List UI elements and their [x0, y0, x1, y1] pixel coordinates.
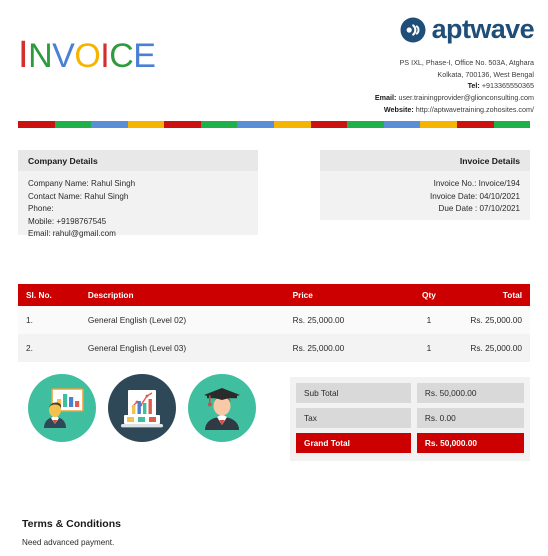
sub-total-label: Sub Total — [296, 383, 411, 403]
title-letter: V — [52, 37, 75, 75]
invoice-detail-line: Due Date : 07/10/2021 — [438, 204, 520, 214]
details-panels: Company Details Company Name: Rahul Sing… — [0, 150, 548, 245]
email-line: Email: user.trainingprovider@glionconsul… — [284, 92, 534, 104]
column-header-qty: Qty — [395, 284, 463, 306]
cell-price: Rs. 25,000.00 — [284, 306, 396, 334]
laptop-analytics-icon — [108, 374, 176, 442]
title-letter: N — [28, 37, 53, 75]
telephone-label: Tel: — [467, 81, 480, 91]
color-divider-segment — [127, 121, 165, 128]
company-detail-line: Company Name: Rahul Singh — [28, 179, 136, 188]
table-row: 1. General English (Level 02) Rs. 25,000.0… — [18, 306, 530, 334]
website-line: Website: http://aptwavetraining.zohosite… — [284, 104, 534, 116]
color-divider-segment — [383, 121, 421, 128]
title-letter: O — [74, 37, 101, 75]
company-detail-line: Email: rahul@gmail.com — [28, 229, 116, 239]
title-letter: C — [109, 37, 134, 75]
column-header-sl-no: Sl. No. — [18, 284, 80, 306]
brand-name: aptwave — [431, 14, 535, 44]
terms-section: Terms & Conditions Need advanced payment… — [22, 518, 422, 547]
decorative-icon-row — [28, 374, 256, 442]
cell-sl-no: 1. — [18, 306, 80, 334]
company-details-body: Company Name: Rahul Singh Contact Name: R… — [18, 171, 258, 241]
company-detail-line: Mobile: +9198767545 — [28, 216, 107, 226]
table-row: 2. General English (Level 03) Rs. 25,000.0… — [18, 334, 530, 362]
invoice-details-body: Invoice No.: Invoice/194 Invoice Date: 04… — [320, 171, 530, 216]
brand-address: PS IXL, Phase-I, Office No. 503A, Atghar… — [284, 57, 534, 115]
color-divider-segment — [347, 121, 384, 128]
color-divider-segment — [310, 121, 348, 128]
invoice-details-panel: Invoice Details Invoice No.: Invoice/194… — [320, 150, 530, 220]
address-line-2: Kolkata, 700136, West Bengal — [437, 69, 534, 79]
graduate-student-icon — [188, 374, 256, 442]
tax-label: Tax — [296, 408, 411, 428]
sub-total-row: Sub Total Rs. 50,000.00 — [296, 383, 524, 403]
color-divider-segment — [164, 121, 201, 128]
invoice-page: INVOICE aptwave PS IXL, Phase-I, Office … — [0, 0, 548, 556]
table-header-row: Sl. No. Description Price Qty Total — [18, 284, 530, 306]
line-items-section: Sl. No. Description Price Qty Total 1. Ge… — [18, 284, 530, 362]
color-divider-segment — [237, 121, 275, 128]
color-divider-segment — [493, 121, 531, 128]
brand-logo: aptwave — [284, 14, 535, 44]
cell-qty: 1 — [395, 306, 463, 334]
column-header-total: Total — [462, 284, 530, 306]
email-value[interactable]: user.trainingprovider@glionconsulting.co… — [398, 93, 534, 102]
cell-total: Rs. 25,000.00 — [462, 334, 530, 362]
title-letter: E — [133, 37, 156, 75]
line-items-table: Sl. No. Description Price Qty Total 1. Ge… — [18, 284, 530, 362]
color-divider-segment — [54, 121, 92, 128]
color-divider-bar — [18, 121, 531, 128]
color-divider-segment — [274, 121, 311, 128]
company-details-heading: Company Details — [18, 150, 258, 171]
company-details-panel: Company Details Company Name: Rahul Sing… — [18, 150, 258, 238]
website-label: Website: — [383, 104, 414, 114]
invoice-header: INVOICE aptwave PS IXL, Phase-I, Office … — [0, 0, 548, 118]
color-divider-segment — [456, 121, 494, 128]
color-divider-segment — [18, 121, 55, 128]
grand-total-row: Grand Total Rs. 50,000.00 — [296, 433, 524, 453]
company-detail-line: Contact Name: Rahul Singh — [28, 191, 129, 201]
tax-value: Rs. 0.00 — [416, 408, 524, 428]
table-body: 1. General English (Level 02) Rs. 25,000.0… — [18, 306, 530, 362]
telephone-value: +913365550365 — [481, 81, 534, 91]
email-label: Email: — [374, 92, 397, 102]
title-letter: I — [100, 37, 110, 75]
grand-total-label: Grand Total — [296, 433, 411, 453]
sub-total-value: Rs. 50,000.00 — [416, 383, 524, 403]
grand-total-value: Rs. 50,000.00 — [416, 433, 524, 453]
invoice-detail-line: Invoice No.: Invoice/194 — [433, 179, 520, 188]
terms-text: Need advanced payment. — [22, 538, 115, 547]
cell-sl-no: 2. — [18, 334, 80, 362]
cell-description: General English (Level 03) — [79, 334, 285, 362]
company-detail-line: Phone: — [28, 204, 54, 214]
telephone-line: Tel: +913365550365 — [284, 80, 534, 92]
presenter-bar-chart-icon — [28, 374, 96, 442]
page-title: INVOICE — [18, 34, 156, 76]
cell-total: Rs. 25,000.00 — [462, 306, 530, 334]
totals-box: Sub Total Rs. 50,000.00 Tax Rs. 0.00 Gra… — [290, 377, 530, 461]
cell-qty: 1 — [395, 334, 463, 362]
color-divider-segment — [200, 121, 238, 128]
color-divider-segment — [91, 121, 128, 128]
cell-description: General English (Level 02) — [79, 306, 285, 334]
invoice-detail-line: Invoice Date: 04/10/2021 — [430, 191, 520, 201]
tax-row: Tax Rs. 0.00 — [296, 408, 524, 428]
table-header: Sl. No. Description Price Qty Total — [18, 284, 530, 306]
color-divider-segment — [420, 121, 457, 128]
soundwave-circle-icon — [400, 17, 426, 43]
address-line-1: PS IXL, Phase-I, Office No. 503A, Atghar… — [399, 58, 534, 67]
title-letter: I — [18, 34, 29, 76]
cell-price: Rs. 25,000.00 — [284, 334, 396, 362]
website-value[interactable]: http://aptwavetraining.zohosites.com/ — [416, 105, 534, 114]
terms-heading: Terms & Conditions — [22, 518, 121, 530]
brand-block: aptwave PS IXL, Phase-I, Office No. 503A… — [284, 14, 535, 115]
column-header-description: Description — [79, 284, 285, 306]
invoice-details-heading: Invoice Details — [320, 150, 530, 171]
column-header-price: Price — [284, 284, 396, 306]
